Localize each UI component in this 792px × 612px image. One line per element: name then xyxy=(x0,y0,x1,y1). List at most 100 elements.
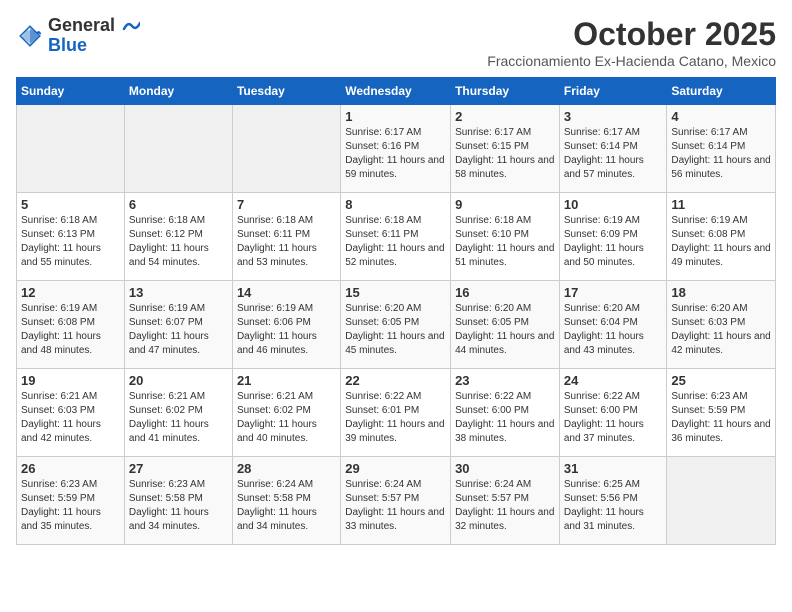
calendar-day-cell: 1 Sunrise: 6:17 AMSunset: 6:16 PMDaylight… xyxy=(341,105,451,193)
logo-wave-icon xyxy=(122,19,140,33)
calendar-day-cell: 19 Sunrise: 6:21 AMSunset: 6:03 PMDayligh… xyxy=(17,369,125,457)
calendar-day-cell: 30 Sunrise: 6:24 AMSunset: 5:57 PMDayligh… xyxy=(451,457,560,545)
logo-text: General Blue xyxy=(48,16,140,56)
calendar-day-cell: 12 Sunrise: 6:19 AMSunset: 6:08 PMDayligh… xyxy=(17,281,125,369)
calendar-day-cell: 4 Sunrise: 6:17 AMSunset: 6:14 PMDaylight… xyxy=(667,105,776,193)
weekday-header-wednesday: Wednesday xyxy=(341,78,451,105)
calendar-week-row: 5 Sunrise: 6:18 AMSunset: 6:13 PMDaylight… xyxy=(17,193,776,281)
calendar-day-cell: 11 Sunrise: 6:19 AMSunset: 6:08 PMDayligh… xyxy=(667,193,776,281)
day-info: Sunrise: 6:19 AMSunset: 6:08 PMDaylight:… xyxy=(671,214,771,270)
day-info: Sunrise: 6:17 AMSunset: 6:14 PMDaylight:… xyxy=(671,126,771,182)
day-number: 4 xyxy=(671,109,771,124)
logo-blue-text: Blue xyxy=(48,36,140,56)
calendar-day-cell: 14 Sunrise: 6:19 AMSunset: 6:06 PMDayligh… xyxy=(232,281,340,369)
calendar-table: SundayMondayTuesdayWednesdayThursdayFrid… xyxy=(16,77,776,545)
weekday-header-row: SundayMondayTuesdayWednesdayThursdayFrid… xyxy=(17,78,776,105)
day-info: Sunrise: 6:24 AMSunset: 5:57 PMDaylight:… xyxy=(345,478,446,534)
day-info: Sunrise: 6:21 AMSunset: 6:03 PMDaylight:… xyxy=(21,390,120,446)
day-number: 30 xyxy=(455,461,555,476)
calendar-week-row: 12 Sunrise: 6:19 AMSunset: 6:08 PMDayligh… xyxy=(17,281,776,369)
day-number: 7 xyxy=(237,197,336,212)
weekday-header-friday: Friday xyxy=(559,78,667,105)
day-number: 19 xyxy=(21,373,120,388)
calendar-day-cell: 6 Sunrise: 6:18 AMSunset: 6:12 PMDaylight… xyxy=(124,193,232,281)
day-info: Sunrise: 6:24 AMSunset: 5:58 PMDaylight:… xyxy=(237,478,336,534)
day-number: 17 xyxy=(564,285,663,300)
day-number: 21 xyxy=(237,373,336,388)
day-number: 3 xyxy=(564,109,663,124)
day-info: Sunrise: 6:25 AMSunset: 5:56 PMDaylight:… xyxy=(564,478,663,534)
weekday-header-monday: Monday xyxy=(124,78,232,105)
calendar-day-cell: 15 Sunrise: 6:20 AMSunset: 6:05 PMDayligh… xyxy=(341,281,451,369)
day-info: Sunrise: 6:24 AMSunset: 5:57 PMDaylight:… xyxy=(455,478,555,534)
day-number: 5 xyxy=(21,197,120,212)
calendar-day-cell: 10Sunrise: 6:19 AMSunset: 6:09 PMDayligh… xyxy=(559,193,667,281)
day-info: Sunrise: 6:22 AMSunset: 6:01 PMDaylight:… xyxy=(345,390,446,446)
day-number: 6 xyxy=(129,197,228,212)
calendar-day-cell: 29Sunrise: 6:24 AMSunset: 5:57 PMDayligh… xyxy=(341,457,451,545)
calendar-day-cell: 18 Sunrise: 6:20 AMSunset: 6:03 PMDayligh… xyxy=(667,281,776,369)
day-info: Sunrise: 6:19 AMSunset: 6:08 PMDaylight:… xyxy=(21,302,120,358)
day-info: Sunrise: 6:22 AMSunset: 6:00 PMDaylight:… xyxy=(455,390,555,446)
calendar-day-cell: 27Sunrise: 6:23 AMSunset: 5:58 PMDayligh… xyxy=(124,457,232,545)
day-number: 31 xyxy=(564,461,663,476)
day-number: 11 xyxy=(671,197,771,212)
day-info: Sunrise: 6:19 AMSunset: 6:06 PMDaylight:… xyxy=(237,302,336,358)
month-title: October 2025 xyxy=(487,16,776,53)
day-number: 24 xyxy=(564,373,663,388)
calendar-day-cell xyxy=(124,105,232,193)
calendar-day-cell: 5 Sunrise: 6:18 AMSunset: 6:13 PMDaylight… xyxy=(17,193,125,281)
calendar-day-cell: 20 Sunrise: 6:21 AMSunset: 6:02 PMDayligh… xyxy=(124,369,232,457)
day-info: Sunrise: 6:18 AMSunset: 6:13 PMDaylight:… xyxy=(21,214,120,270)
day-info: Sunrise: 6:18 AMSunset: 6:12 PMDaylight:… xyxy=(129,214,228,270)
day-number: 8 xyxy=(345,197,446,212)
day-info: Sunrise: 6:18 AMSunset: 6:11 PMDaylight:… xyxy=(237,214,336,270)
title-area: October 2025 Fraccionamiento Ex-Hacienda… xyxy=(487,16,776,69)
calendar-day-cell: 31 Sunrise: 6:25 AMSunset: 5:56 PMDayligh… xyxy=(559,457,667,545)
calendar-day-cell: 25 Sunrise: 6:23 AMSunset: 5:59 PMDayligh… xyxy=(667,369,776,457)
calendar-day-cell: 28Sunrise: 6:24 AMSunset: 5:58 PMDayligh… xyxy=(232,457,340,545)
day-number: 12 xyxy=(21,285,120,300)
day-info: Sunrise: 6:23 AMSunset: 5:58 PMDaylight:… xyxy=(129,478,228,534)
weekday-header-thursday: Thursday xyxy=(451,78,560,105)
weekday-header-tuesday: Tuesday xyxy=(232,78,340,105)
day-info: Sunrise: 6:17 AMSunset: 6:16 PMDaylight:… xyxy=(345,126,446,182)
logo-icon xyxy=(16,22,44,50)
day-info: Sunrise: 6:19 AMSunset: 6:09 PMDaylight:… xyxy=(564,214,663,270)
day-info: Sunrise: 6:20 AMSunset: 6:05 PMDaylight:… xyxy=(345,302,446,358)
day-info: Sunrise: 6:19 AMSunset: 6:07 PMDaylight:… xyxy=(129,302,228,358)
day-info: Sunrise: 6:17 AMSunset: 6:14 PMDaylight:… xyxy=(564,126,663,182)
day-number: 15 xyxy=(345,285,446,300)
day-info: Sunrise: 6:21 AMSunset: 6:02 PMDaylight:… xyxy=(129,390,228,446)
day-number: 1 xyxy=(345,109,446,124)
calendar-day-cell: 24Sunrise: 6:22 AMSunset: 6:00 PMDayligh… xyxy=(559,369,667,457)
day-number: 14 xyxy=(237,285,336,300)
calendar-day-cell: 8Sunrise: 6:18 AMSunset: 6:11 PMDaylight… xyxy=(341,193,451,281)
calendar-day-cell xyxy=(667,457,776,545)
calendar-day-cell: 17Sunrise: 6:20 AMSunset: 6:04 PMDayligh… xyxy=(559,281,667,369)
calendar-day-cell: 2 Sunrise: 6:17 AMSunset: 6:15 PMDaylight… xyxy=(451,105,560,193)
weekday-header-saturday: Saturday xyxy=(667,78,776,105)
logo-general-text: General xyxy=(48,15,115,35)
day-info: Sunrise: 6:23 AMSunset: 5:59 PMDaylight:… xyxy=(21,478,120,534)
calendar-day-cell: 7 Sunrise: 6:18 AMSunset: 6:11 PMDaylight… xyxy=(232,193,340,281)
day-info: Sunrise: 6:20 AMSunset: 6:05 PMDaylight:… xyxy=(455,302,555,358)
day-number: 25 xyxy=(671,373,771,388)
calendar-day-cell: 13 Sunrise: 6:19 AMSunset: 6:07 PMDayligh… xyxy=(124,281,232,369)
day-number: 18 xyxy=(671,285,771,300)
weekday-header-sunday: Sunday xyxy=(17,78,125,105)
calendar-day-cell xyxy=(17,105,125,193)
day-info: Sunrise: 6:23 AMSunset: 5:59 PMDaylight:… xyxy=(671,390,771,446)
day-info: Sunrise: 6:17 AMSunset: 6:15 PMDaylight:… xyxy=(455,126,555,182)
calendar-day-cell: 16Sunrise: 6:20 AMSunset: 6:05 PMDayligh… xyxy=(451,281,560,369)
day-info: Sunrise: 6:21 AMSunset: 6:02 PMDaylight:… xyxy=(237,390,336,446)
day-info: Sunrise: 6:18 AMSunset: 6:10 PMDaylight:… xyxy=(455,214,555,270)
day-number: 2 xyxy=(455,109,555,124)
day-number: 13 xyxy=(129,285,228,300)
day-info: Sunrise: 6:20 AMSunset: 6:03 PMDaylight:… xyxy=(671,302,771,358)
calendar-day-cell: 3 Sunrise: 6:17 AMSunset: 6:14 PMDaylight… xyxy=(559,105,667,193)
calendar-day-cell: 26Sunrise: 6:23 AMSunset: 5:59 PMDayligh… xyxy=(17,457,125,545)
page-header: General Blue October 2025 Fraccionamient… xyxy=(16,16,776,69)
day-number: 22 xyxy=(345,373,446,388)
day-number: 20 xyxy=(129,373,228,388)
